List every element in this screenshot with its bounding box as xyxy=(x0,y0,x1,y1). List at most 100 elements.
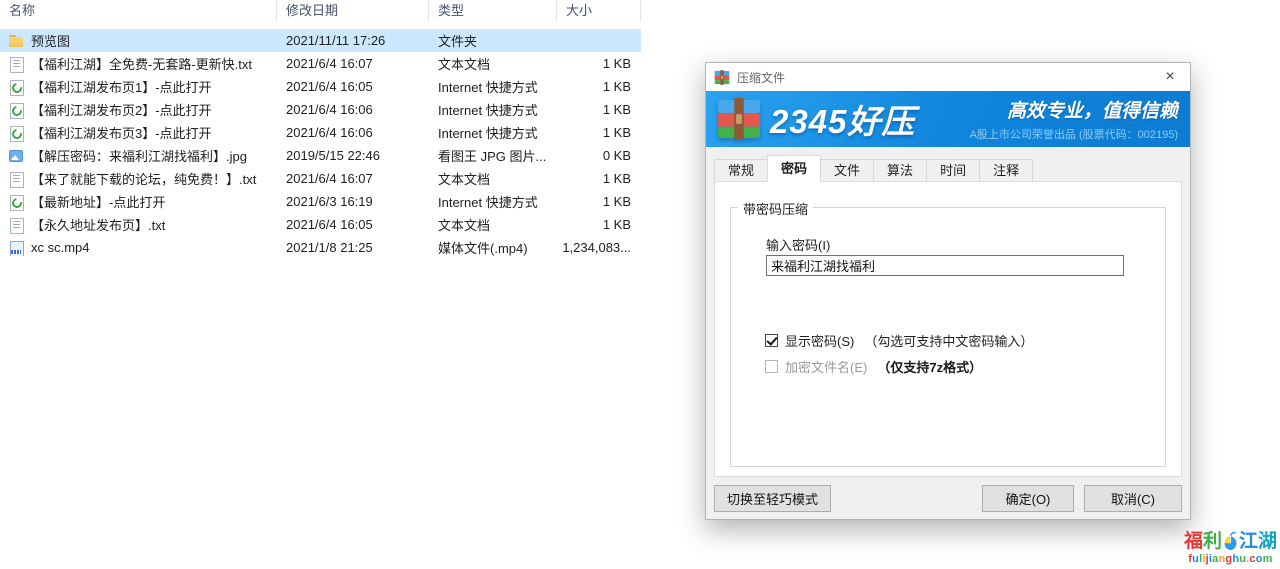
column-header-date-modified[interactable]: 修改日期 xyxy=(277,0,429,22)
file-date: 2019/5/15 22:46 xyxy=(277,148,429,163)
file-type: 文本文档 xyxy=(429,169,557,188)
file-size: 1 KB xyxy=(557,171,641,186)
column-header-type[interactable]: 类型 xyxy=(429,0,557,22)
checkbox-unchecked-icon xyxy=(765,360,778,373)
tab-algorithm[interactable]: 算法 xyxy=(873,159,927,181)
file-row[interactable]: 【来了就能下载的论坛，纯免费！】.txt 2021/6/4 16:07 文本文档… xyxy=(0,167,641,190)
tab-password[interactable]: 密码 xyxy=(767,155,821,182)
folder-icon xyxy=(8,33,24,49)
file-type: Internet 快捷方式 xyxy=(429,100,557,119)
file-type: 文本文档 xyxy=(429,54,557,73)
file-size: 1 KB xyxy=(557,217,641,232)
haozip-logo-icon xyxy=(716,98,762,140)
tab-files[interactable]: 文件 xyxy=(820,159,874,181)
mouse-icon xyxy=(1223,530,1238,552)
file-explorer-list: 名称修改日期类型大小 预览图 2021/11/11 17:26 文件夹 【福利江… xyxy=(0,0,641,259)
password-input[interactable] xyxy=(766,255,1124,276)
file-date: 2021/6/4 16:06 xyxy=(277,102,429,117)
file-row[interactable]: 【福利江湖】全免费-无套路-更新快.txt 2021/6/4 16:07 文本文… xyxy=(0,52,641,75)
watermark-chars-left: 福利 xyxy=(1184,532,1222,551)
watermark-logo: 福利 江湖 xyxy=(1184,530,1277,552)
show-password-checkbox[interactable]: 显示密码(S) （勾选可支持中文密码输入） xyxy=(765,331,1033,350)
text-file-icon xyxy=(8,171,24,187)
file-name: 【福利江湖发布页3】-点此打开 xyxy=(31,123,212,142)
encrypt-names-label: 加密文件名(E) xyxy=(785,357,867,376)
file-row[interactable]: 【福利江湖发布页2】-点此打开 2021/6/4 16:06 Internet … xyxy=(0,98,641,121)
file-name-cell: 【来了就能下载的论坛，纯免费！】.txt xyxy=(0,169,277,188)
file-name: 【福利江湖】全免费-无套路-更新快.txt xyxy=(31,54,252,73)
cancel-button[interactable]: 取消(C) xyxy=(1084,485,1182,512)
tab-general[interactable]: 常规 xyxy=(714,159,768,181)
file-name: 【永久地址发布页】.txt xyxy=(31,215,165,234)
watermark-domain: fulijianghu.com xyxy=(1184,554,1277,565)
file-row[interactable]: 【解压密码：来福利江湖找福利】.jpg 2019/5/15 22:46 看图王 … xyxy=(0,144,641,167)
file-size: 1 KB xyxy=(557,56,641,71)
file-date: 2021/1/8 21:25 xyxy=(277,240,429,255)
switch-lite-mode-button[interactable]: 切换至轻巧模式 xyxy=(714,485,831,512)
password-label: 输入密码(I) xyxy=(766,235,830,254)
encrypt-names-hint: （仅支持7z格式） xyxy=(877,357,982,376)
file-size: 0 KB xyxy=(557,148,641,163)
file-name-cell: 【福利江湖发布页2】-点此打开 xyxy=(0,100,277,119)
file-size: 1,234,083... xyxy=(557,240,641,255)
file-name: 【解压密码：来福利江湖找福利】.jpg xyxy=(31,146,247,165)
watermark-char: 江 xyxy=(1239,531,1258,552)
file-date: 2021/11/11 17:26 xyxy=(277,33,429,48)
file-name-cell: 【福利江湖发布页3】-点此打开 xyxy=(0,123,277,142)
file-row[interactable]: 【最新地址】-点此打开 2021/6/3 16:19 Internet 快捷方式… xyxy=(0,190,641,213)
fulijianghu-watermark: 福利 江湖 fulijianghu.com xyxy=(1184,530,1277,565)
file-row[interactable]: 预览图 2021/11/11 17:26 文件夹 xyxy=(0,29,641,52)
media-file-icon xyxy=(8,240,24,256)
close-icon[interactable]: × xyxy=(1150,63,1190,91)
encrypt-names-checkbox: 加密文件名(E) （仅支持7z格式） xyxy=(765,357,982,376)
tab-comment[interactable]: 注释 xyxy=(979,159,1033,181)
file-row[interactable]: 【福利江湖发布页1】-点此打开 2021/6/4 16:05 Internet … xyxy=(0,75,641,98)
watermark-char: 福 xyxy=(1184,531,1203,552)
column-header-name[interactable]: 名称 xyxy=(0,0,277,22)
file-type: 文本文档 xyxy=(429,215,557,234)
file-name: 预览图 xyxy=(31,31,70,50)
checkbox-checked-icon xyxy=(765,334,778,347)
file-type: Internet 快捷方式 xyxy=(429,192,557,211)
file-size: 1 KB xyxy=(557,79,641,94)
file-row[interactable]: 【永久地址发布页】.txt 2021/6/4 16:05 文本文档 1 KB xyxy=(0,213,641,236)
banner-subtitle: A股上市公司荣誉出品 (股票代码：002195) xyxy=(970,126,1178,142)
dialog-titlebar[interactable]: 压缩文件 × xyxy=(706,63,1190,91)
tab-time[interactable]: 时间 xyxy=(926,159,980,181)
ok-button[interactable]: 确定(O) xyxy=(982,485,1074,512)
dialog-title: 压缩文件 xyxy=(737,69,785,86)
file-date: 2021/6/4 16:05 xyxy=(277,217,429,232)
file-size: 1 KB xyxy=(557,125,641,140)
url-shortcut-icon xyxy=(8,125,24,141)
password-group-title: 带密码压缩 xyxy=(738,199,813,218)
file-row[interactable]: 【福利江湖发布页3】-点此打开 2021/6/4 16:06 Internet … xyxy=(0,121,641,144)
file-name-cell: 【福利江湖】全免费-无套路-更新快.txt xyxy=(0,54,277,73)
url-shortcut-icon xyxy=(8,194,24,210)
file-type: Internet 快捷方式 xyxy=(429,123,557,142)
file-date: 2021/6/3 16:19 xyxy=(277,194,429,209)
file-name-cell: 预览图 xyxy=(0,31,277,50)
file-name: 【最新地址】-点此打开 xyxy=(31,192,165,211)
file-date: 2021/6/4 16:07 xyxy=(277,171,429,186)
banner-right: 高效专业，值得信赖 A股上市公司荣誉出品 (股票代码：002195) xyxy=(970,96,1178,142)
file-size: 1 KB xyxy=(557,194,641,209)
compress-dialog: 压缩文件 × 2345好压 高效专业，值得信赖 A股上市公司荣誉出品 (股票代码… xyxy=(705,62,1191,520)
file-name: 【来了就能下载的论坛，纯免费！】.txt xyxy=(31,169,256,188)
show-password-hint: （勾选可支持中文密码输入） xyxy=(864,331,1033,350)
dialog-tabs: 常规密码文件算法时间注释 xyxy=(706,155,1190,181)
password-tab-page: 带密码压缩 输入密码(I) 显示密码(S) （勾选可支持中文密码输入） 加密文件… xyxy=(714,181,1182,477)
file-name-cell: 【福利江湖发布页1】-点此打开 xyxy=(0,77,277,96)
column-header-size[interactable]: 大小 xyxy=(557,0,641,22)
file-type: Internet 快捷方式 xyxy=(429,77,557,96)
file-row[interactable]: xc sc.mp4 2021/1/8 21:25 媒体文件(.mp4) 1,23… xyxy=(0,236,641,259)
watermark-chars-right: 江湖 xyxy=(1239,532,1277,551)
file-name-cell: 【最新地址】-点此打开 xyxy=(0,192,277,211)
file-name-cell: 【永久地址发布页】.txt xyxy=(0,215,277,234)
file-date: 2021/6/4 16:05 xyxy=(277,79,429,94)
text-file-icon xyxy=(8,217,24,233)
show-password-label: 显示密码(S) xyxy=(785,331,854,350)
watermark-char: 利 xyxy=(1203,531,1222,552)
file-date: 2021/6/4 16:06 xyxy=(277,125,429,140)
column-header-row: 名称修改日期类型大小 xyxy=(0,0,641,22)
file-name: 【福利江湖发布页2】-点此打开 xyxy=(31,100,212,119)
